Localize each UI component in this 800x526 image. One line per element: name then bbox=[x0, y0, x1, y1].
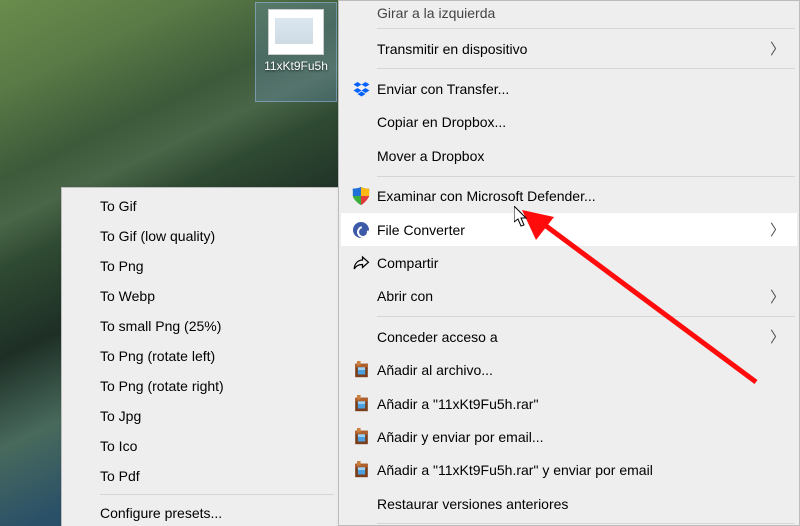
submenu-item-to-gif[interactable]: To Gif bbox=[64, 191, 336, 221]
chevron-right-icon: 〉 bbox=[767, 326, 785, 347]
submenu-item-to-jpg[interactable]: To Jpg bbox=[64, 401, 336, 431]
desktop-file-selected[interactable]: 11xKt9Fu5h bbox=[255, 2, 337, 102]
submenu-item-to-small-png[interactable]: To small Png (25%) bbox=[64, 311, 336, 341]
menu-item-open-with[interactable]: Abrir con〉 bbox=[341, 280, 797, 313]
menu-item-add-to-archive[interactable]: Añadir al archivo... bbox=[341, 354, 797, 387]
dropbox-icon bbox=[347, 79, 375, 99]
submenu-item-to-webp[interactable]: To Webp bbox=[64, 281, 336, 311]
menu-item-send-transfer[interactable]: Enviar con Transfer... bbox=[341, 72, 797, 105]
menu-item-give-access[interactable]: Conceder acceso a〉 bbox=[341, 320, 797, 353]
menu-item-rotate-left[interactable]: Girar a la izquierda bbox=[341, 1, 797, 25]
menu-item-move-dropbox[interactable]: Mover a Dropbox bbox=[341, 139, 797, 172]
menu-separator bbox=[377, 68, 795, 69]
mouse-cursor-icon bbox=[514, 206, 530, 228]
shield-icon bbox=[347, 186, 375, 206]
submenu-item-to-gif-low[interactable]: To Gif (low quality) bbox=[64, 221, 336, 251]
menu-separator bbox=[377, 176, 795, 177]
menu-item-add-and-email[interactable]: Añadir y enviar por email... bbox=[341, 420, 797, 453]
desktop: 11xKt9Fu5h To Gif To Gif (low quality) T… bbox=[0, 0, 800, 526]
chevron-right-icon: 〉 bbox=[767, 38, 785, 59]
chevron-right-icon: 〉 bbox=[767, 219, 785, 240]
menu-separator bbox=[377, 523, 795, 524]
submenu-item-to-png-rotate-right[interactable]: To Png (rotate right) bbox=[64, 371, 336, 401]
file-name: 11xKt9Fu5h bbox=[256, 59, 336, 73]
submenu-item-to-png-rotate-left[interactable]: To Png (rotate left) bbox=[64, 341, 336, 371]
share-icon bbox=[347, 253, 375, 273]
menu-item-copy-dropbox[interactable]: Copiar en Dropbox... bbox=[341, 106, 797, 139]
menu-item-restore-versions[interactable]: Restaurar versiones anteriores bbox=[341, 487, 797, 520]
file-converter-icon bbox=[347, 220, 375, 240]
chevron-right-icon: 〉 bbox=[767, 286, 785, 307]
context-menu-main: Girar a la izquierda Transmitir en dispo… bbox=[338, 0, 800, 526]
menu-item-add-to-named-rar[interactable]: Añadir a "11xKt9Fu5h.rar" bbox=[341, 387, 797, 420]
submenu-file-converter: To Gif To Gif (low quality) To Png To We… bbox=[61, 187, 339, 526]
winrar-icon bbox=[347, 360, 375, 380]
menu-item-file-converter[interactable]: File Converter〉 bbox=[341, 213, 797, 246]
submenu-item-to-png[interactable]: To Png bbox=[64, 251, 336, 281]
menu-item-cast-device[interactable]: Transmitir en dispositivo〉 bbox=[341, 32, 797, 65]
winrar-icon bbox=[347, 394, 375, 414]
winrar-icon bbox=[347, 460, 375, 480]
menu-separator bbox=[377, 316, 795, 317]
menu-separator bbox=[377, 28, 795, 29]
menu-item-add-named-and-email[interactable]: Añadir a "11xKt9Fu5h.rar" y enviar por e… bbox=[341, 454, 797, 487]
submenu-item-configure-presets[interactable]: Configure presets... bbox=[64, 498, 336, 526]
submenu-separator bbox=[100, 494, 334, 495]
menu-item-defender[interactable]: Examinar con Microsoft Defender... bbox=[341, 180, 797, 213]
file-thumbnail bbox=[268, 9, 324, 55]
menu-item-share[interactable]: Compartir bbox=[341, 246, 797, 279]
submenu-item-to-pdf[interactable]: To Pdf bbox=[64, 461, 336, 491]
winrar-icon bbox=[347, 427, 375, 447]
submenu-item-to-ico[interactable]: To Ico bbox=[64, 431, 336, 461]
